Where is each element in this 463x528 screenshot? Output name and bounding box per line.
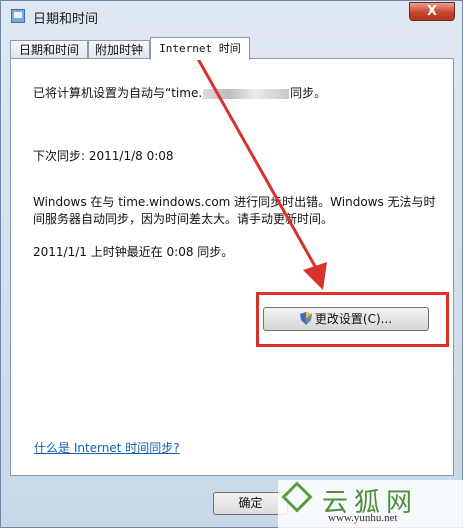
- sync-status-suffix: 同步。: [290, 86, 327, 100]
- tab-internet-time[interactable]: Internet 时间: [150, 37, 250, 60]
- window-title: 日期和时间: [33, 12, 99, 27]
- uac-shield-icon: [299, 312, 312, 325]
- last-sync-text: 2011/1/1 上时钟最近在 0:08 同步。: [33, 245, 234, 259]
- tab-date-time[interactable]: 日期和时间: [10, 40, 88, 59]
- error-text-line1: Windows 在与 time.windows.com 进行同步时出错。Wind…: [33, 195, 436, 209]
- watermark-logo-icon: [281, 481, 313, 513]
- internet-time-help-link[interactable]: 什么是 Internet 时间同步?: [34, 439, 180, 456]
- sync-status-text: 已将计算机设置为自动与“time. 同步。: [33, 84, 326, 101]
- close-button[interactable]: X: [409, 2, 455, 21]
- sync-status-prefix: 已将计算机设置为自动与“time.: [33, 86, 203, 100]
- tab-panel: 已将计算机设置为自动与“time. 同步。 下次同步: 2011/1/8 0:08…: [10, 58, 454, 476]
- next-sync-text: 下次同步: 2011/1/8 0:08: [33, 149, 174, 163]
- error-text-line2: 间服务器自动同步，因为时间差太大。请手动更新时间。: [33, 212, 334, 226]
- ok-button[interactable]: 确定: [213, 492, 288, 515]
- title-bar: 日期和时间 X: [1, 1, 462, 31]
- watermark-url: www.yunhu.net: [328, 512, 398, 524]
- redacted-server-name: [203, 88, 290, 99]
- clock-app-icon: [11, 9, 25, 23]
- date-time-dialog: 日期和时间 X 日期和时间 附加时钟 Internet 时间 已将计算机设置为自…: [0, 0, 463, 528]
- change-settings-button[interactable]: 更改设置(C)...: [263, 307, 429, 331]
- change-settings-label: 更改设置(C)...: [314, 312, 393, 326]
- watermark: 云狐网 www.yunhu.net: [278, 480, 463, 528]
- tab-additional-clocks[interactable]: 附加时钟: [88, 40, 150, 59]
